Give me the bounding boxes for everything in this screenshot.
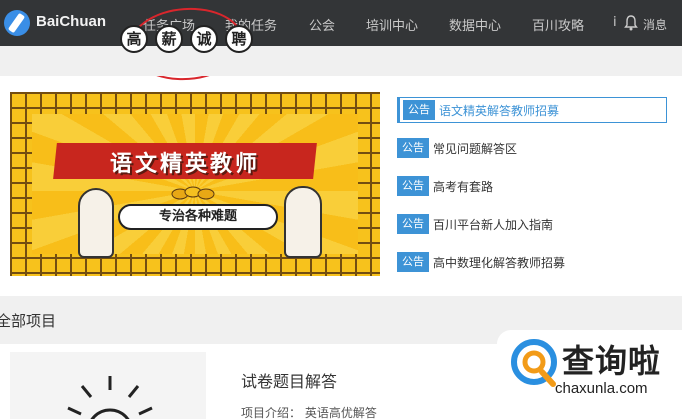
project-intro-label: 项目介绍：	[241, 406, 302, 419]
announcement-item[interactable]: 公告 百川平台新人加入指南	[397, 212, 553, 236]
messages-link[interactable]: 消息	[643, 16, 667, 33]
logo-icon[interactable]	[4, 10, 30, 36]
bell-icon[interactable]	[624, 15, 638, 31]
watermark-text: 查询啦	[562, 342, 662, 380]
announcement-tag: 公告	[397, 214, 429, 234]
announcement-tag: 公告	[403, 100, 435, 120]
announcement-item[interactable]: 公告 语文精英解答教师招募	[397, 97, 667, 123]
announcement-text[interactable]: 高考有套路	[433, 178, 493, 195]
watermark-url: chaxunla.com	[555, 380, 648, 397]
announcement-tag: 公告	[397, 138, 429, 158]
info-icon[interactable]: i	[613, 15, 617, 30]
announcement-item[interactable]: 公告 常见问题解答区	[397, 136, 517, 160]
sun-icon	[67, 376, 153, 419]
brand-name[interactable]: BaiChuan	[36, 13, 106, 30]
announcement-text[interactable]: 常见问题解答区	[433, 140, 517, 157]
hire-badges: 高 薪 诚 聘	[120, 25, 253, 53]
nav-guide[interactable]: 百川攻略	[532, 15, 584, 34]
announcement-tag: 公告	[397, 176, 429, 196]
announcement-item[interactable]: 公告 高中数理化解答教师招募	[397, 250, 565, 274]
announcement-text[interactable]: 高中数理化解答教师招募	[433, 254, 565, 271]
hire-char: 高	[120, 25, 148, 53]
hire-char: 薪	[155, 25, 183, 53]
project-title[interactable]: 试卷题目解答	[241, 368, 337, 392]
cartoon-figure-right	[284, 186, 322, 258]
announcement-text[interactable]: 百川平台新人加入指南	[433, 216, 553, 233]
project-intro-value: 英语高优解答	[304, 406, 377, 419]
nav-training-center[interactable]: 培训中心	[366, 15, 418, 34]
nav-guild[interactable]: 公会	[309, 15, 335, 34]
cartoon-figure-left	[78, 188, 114, 258]
promo-banner[interactable]	[10, 92, 380, 276]
announcement-tag: 公告	[397, 252, 429, 272]
hire-char: 聘	[225, 25, 253, 53]
coin-icon	[171, 186, 215, 200]
nav-data-center[interactable]: 数据中心	[449, 15, 501, 34]
banner-title: 语文精英教师	[109, 152, 260, 177]
banner-subtitle: 专治各种难题	[118, 204, 278, 230]
hire-char: 诚	[190, 25, 218, 53]
announcement-text[interactable]: 语文精英解答教师招募	[439, 102, 559, 119]
top-spacer-band	[0, 46, 682, 76]
project-intro: 项目介绍： 英语高优解答	[241, 404, 377, 419]
section-title: 全部项目	[0, 312, 57, 330]
announcement-item[interactable]: 公告 高考有套路	[397, 174, 493, 198]
